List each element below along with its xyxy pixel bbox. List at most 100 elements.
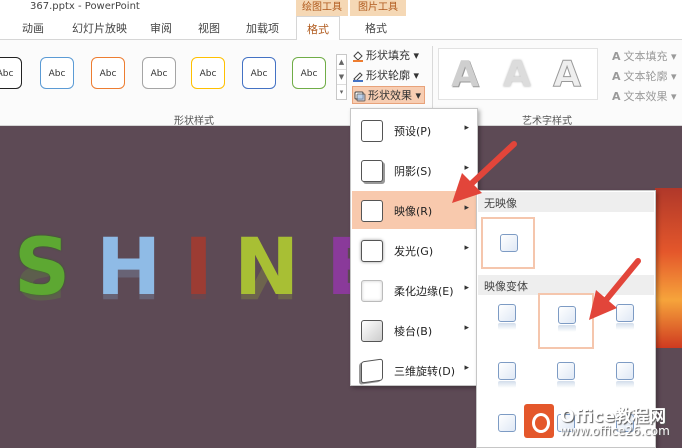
wordart-style-swatch[interactable]: A: [495, 53, 539, 97]
gallery-scroll-up-icon[interactable]: ▲: [337, 55, 346, 70]
ribbon-tabs: 动画 幻灯片放映 审阅 视图 加载项 格式 格式: [0, 16, 682, 41]
text-effects-icon: A: [612, 90, 621, 103]
context-tab-picture-tools: 图片工具: [350, 0, 406, 16]
shape-style-swatch[interactable]: Abc: [191, 57, 225, 89]
reflection-thumbnail-shadow: [616, 381, 634, 388]
shape-effects-button[interactable]: 形状效果 ▾: [352, 86, 426, 104]
reflection-thumbnail: [616, 362, 634, 380]
reflection-variation-option[interactable]: [538, 293, 594, 349]
menu-item-bevel[interactable]: 棱台(B) ▸: [352, 311, 477, 349]
tab-animations[interactable]: 动画: [22, 20, 44, 36]
chevron-down-icon: ▾: [413, 69, 420, 82]
shape-effects-menu: 预设(P) ▸ 阴影(S) ▸ 映像(R) ▸ 发光(G) ▸ 柔化边缘(E) …: [350, 108, 478, 386]
text-fill-button[interactable]: A 文本填充 ▾: [612, 48, 677, 64]
reflection-option-none[interactable]: [481, 217, 535, 269]
office-logo-icon: [524, 404, 554, 438]
tab-review[interactable]: 审阅: [150, 20, 172, 36]
3d-rotation-icon: [361, 358, 383, 384]
slide-letter-reflection: I: [184, 268, 213, 304]
text-outline-label: 文本轮廓: [623, 70, 668, 83]
tab-format-picture[interactable]: 格式: [365, 20, 387, 36]
shape-style-swatch[interactable]: Abc: [292, 57, 326, 89]
reflection-variation-option[interactable]: [487, 297, 527, 337]
slide-letter-reflection: S: [14, 268, 70, 304]
reflection-thumbnail-shadow: [498, 381, 516, 388]
shape-fill-label: 形状填充: [366, 49, 410, 62]
gallery-more-icon[interactable]: ▾: [337, 85, 346, 100]
shadow-icon: [361, 160, 383, 182]
chevron-right-icon: ▸: [464, 283, 469, 293]
chevron-right-icon: ▸: [464, 323, 469, 333]
text-effects-button[interactable]: A 文本效果 ▾: [612, 88, 677, 104]
reflection-thumbnail-shadow: [498, 323, 516, 330]
text-outline-icon: A: [612, 70, 621, 83]
watermark-url: www.office26.com: [560, 424, 670, 438]
menu-item-label: 发光(G): [394, 245, 434, 258]
no-reflection-thumbnail: [500, 234, 518, 252]
shape-fill-button[interactable]: 形状填充 ▾: [352, 47, 419, 65]
shape-effects-icon: [354, 91, 366, 101]
title-bar: 367.pptx - PowerPoint 绘图工具 图片工具: [0, 0, 682, 16]
shape-effects-label: 形状效果: [368, 89, 412, 102]
shape-style-swatch[interactable]: Abc: [40, 57, 74, 89]
text-outline-button[interactable]: A 文本轮廓 ▾: [612, 68, 677, 84]
wordart-style-swatch[interactable]: A: [545, 53, 589, 97]
reflection-variation-option[interactable]: [605, 297, 645, 337]
shape-style-swatch[interactable]: Abc: [91, 57, 125, 89]
chevron-down-icon: ▾: [415, 89, 422, 102]
slide-image-fragment: [655, 188, 682, 348]
shape-style-swatch[interactable]: Abc: [0, 57, 22, 89]
reflection-variation-option[interactable]: [546, 355, 586, 395]
menu-item-label: 映像(R): [394, 205, 433, 218]
menu-item-label: 柔化边缘(E): [394, 285, 454, 298]
pencil-icon: [353, 71, 363, 82]
wordart-styles-group-label: 艺术字样式: [522, 116, 572, 127]
reflection-thumbnail: [616, 304, 634, 322]
slide-letter[interactable]: E: [326, 232, 350, 304]
menu-item-reflection[interactable]: 映像(R) ▸: [352, 191, 477, 229]
chevron-right-icon: ▸: [464, 163, 469, 173]
tab-format-drawing[interactable]: 格式: [296, 16, 340, 41]
reflection-variation-option[interactable]: [487, 355, 527, 395]
shape-outline-label: 形状轮廓: [366, 69, 410, 82]
menu-item-label: 棱台(B): [394, 325, 433, 338]
menu-item-shadow[interactable]: 阴影(S) ▸: [352, 151, 477, 189]
menu-item-label: 预设(P): [394, 125, 432, 138]
chevron-down-icon: ▾: [413, 49, 420, 62]
tab-view[interactable]: 视图: [198, 20, 220, 36]
soft-edges-icon: [361, 280, 383, 302]
chevron-down-icon: ▾: [671, 90, 677, 103]
reflection-thumbnail: [498, 414, 516, 432]
menu-item-soft-edges[interactable]: 柔化边缘(E) ▸: [352, 271, 477, 309]
shape-style-swatch[interactable]: Abc: [242, 57, 276, 89]
reflection-variations-heading: 映像变体: [478, 275, 654, 295]
bevel-icon: [361, 320, 383, 342]
ribbon-panel: Abc Abc Abc Abc Abc Abc Abc ▲ ▼ ▾ 形状填充 ▾…: [0, 40, 682, 127]
reflection-thumbnail: [557, 362, 575, 380]
no-reflection-heading: 无映像: [478, 192, 654, 212]
text-effects-label: 文本效果: [623, 90, 668, 103]
reflection-thumbnail: [498, 304, 516, 322]
paint-bucket-icon: [353, 50, 363, 62]
shape-outline-button[interactable]: 形状轮廓 ▾: [352, 67, 419, 85]
tab-addins[interactable]: 加载项: [246, 20, 279, 36]
window-title: 367.pptx - PowerPoint: [30, 1, 140, 12]
chevron-right-icon: ▸: [464, 203, 469, 213]
reflection-thumbnail-shadow: [558, 325, 576, 332]
reflection-thumbnail-shadow: [557, 381, 575, 388]
gallery-scroll-down-icon[interactable]: ▼: [337, 70, 346, 85]
shape-style-swatch[interactable]: Abc: [142, 57, 176, 89]
menu-item-3d-rotation[interactable]: 三维旋转(D) ▸: [352, 351, 477, 389]
reflection-variation-option[interactable]: [605, 355, 645, 395]
menu-item-glow[interactable]: 发光(G) ▸: [352, 231, 477, 269]
shape-styles-group-label: 形状样式: [174, 116, 214, 127]
menu-item-preset[interactable]: 预设(P) ▸: [352, 111, 477, 149]
wordart-style-swatch[interactable]: A: [443, 53, 487, 97]
text-fill-label: 文本填充: [623, 50, 668, 63]
chevron-right-icon: ▸: [464, 243, 469, 253]
reflection-thumbnail-shadow: [616, 323, 634, 330]
menu-item-label: 三维旋转(D): [394, 365, 456, 378]
glow-icon: [361, 240, 383, 262]
text-fill-icon: A: [612, 50, 621, 63]
tab-slideshow[interactable]: 幻灯片放映: [72, 20, 127, 36]
